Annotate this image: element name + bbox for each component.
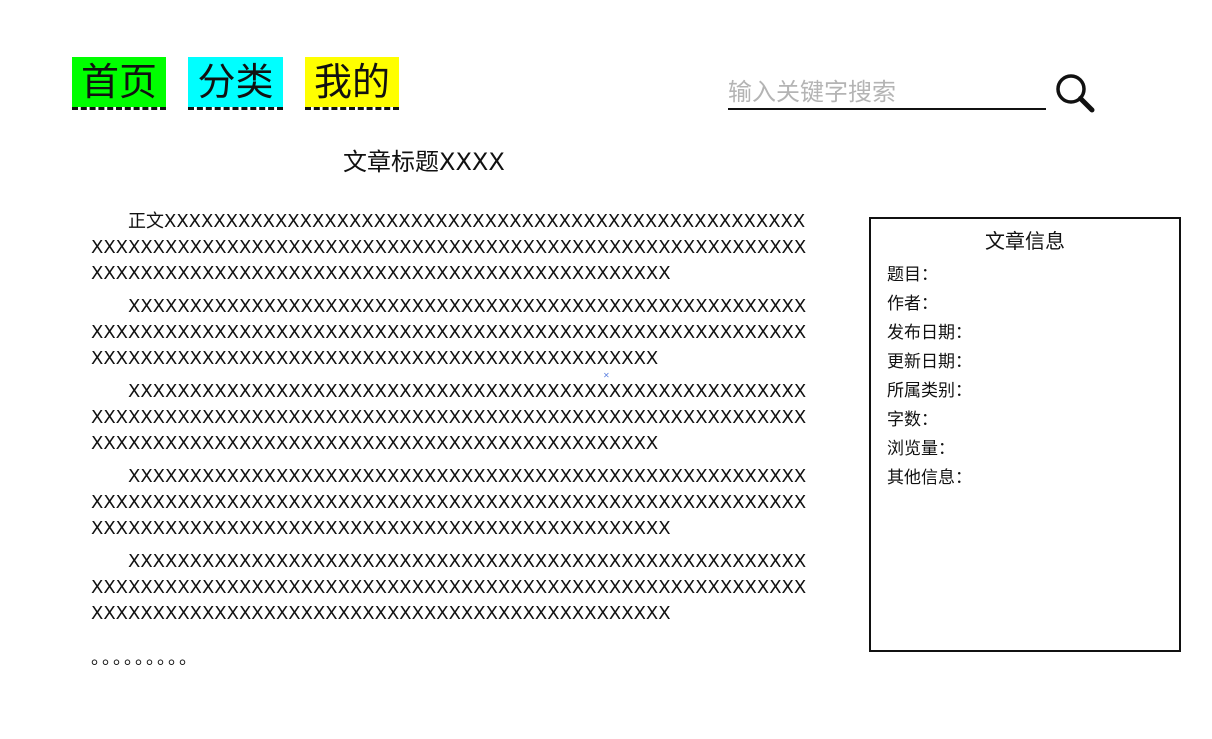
info-item-views: 浏览量： (887, 439, 955, 459)
info-item-other: 其他信息： (887, 468, 972, 488)
info-panel-title: 文章信息 (985, 229, 1065, 253)
info-item-title: 题目： (887, 265, 938, 285)
article-continuation: 。。。。。。。。。 (91, 648, 199, 669)
article-paragraph: XXXXXXXXXXXXXXXXXXXXXXXXXXXXXXXXXXXXXXXX… (91, 551, 807, 624)
info-item-category: 所属类别： (887, 381, 972, 401)
article-title: 文章标题XXXX (343, 148, 505, 176)
info-item-update-date: 更新日期： (887, 352, 972, 372)
cursor-marker-icon: ✕ (603, 371, 610, 380)
info-item-author: 作者： (887, 294, 938, 314)
article-paragraph: XXXXXXXXXXXXXXXXXXXXXXXXXXXXXXXXXXXXXXXX… (91, 296, 807, 369)
search-icon[interactable] (1054, 72, 1096, 114)
article-info-panel: 文章信息 题目： 作者： 发布日期： 更新日期： 所属类别： 字数： 浏览量： … (869, 217, 1181, 652)
article-paragraph: XXXXXXXXXXXXXXXXXXXXXXXXXXXXXXXXXXXXXXXX… (91, 381, 807, 454)
tab-category[interactable]: 分类 (188, 57, 283, 110)
info-list: 题目： 作者： 发布日期： 更新日期： 所属类别： 字数： 浏览量： 其他信息： (887, 261, 972, 493)
article-body: 正文XXXXXXXXXXXXXXXXXXXXXXXXXXXXXXXXXXXXXX… (91, 209, 817, 634)
info-item-word-count: 字数： (887, 410, 938, 430)
article-paragraph: XXXXXXXXXXXXXXXXXXXXXXXXXXXXXXXXXXXXXXXX… (91, 466, 807, 539)
tab-home[interactable]: 首页 (72, 57, 166, 110)
search-input[interactable] (728, 75, 1046, 110)
article-paragraph: 正文XXXXXXXXXXXXXXXXXXXXXXXXXXXXXXXXXXXXXX… (91, 211, 807, 284)
info-item-publish-date: 发布日期： (887, 323, 972, 343)
tab-mine[interactable]: 我的 (305, 57, 399, 110)
